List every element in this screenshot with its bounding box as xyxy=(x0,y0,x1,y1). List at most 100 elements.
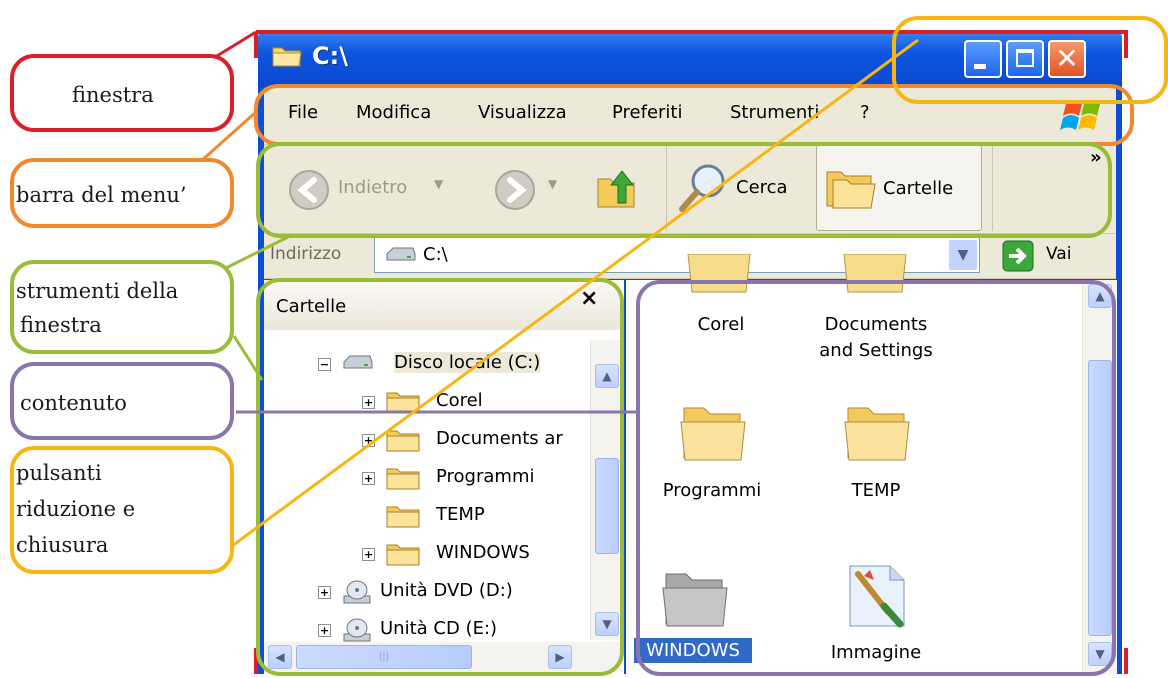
up-folder-button[interactable] xyxy=(594,165,640,211)
folder-icon xyxy=(386,506,420,528)
menu-modifica[interactable]: Modifica xyxy=(356,102,431,123)
scroll-up-icon[interactable]: ▲ xyxy=(1088,284,1112,308)
address-value: C:\ xyxy=(423,244,448,265)
forward-dropdown-icon[interactable]: ▼ xyxy=(548,177,557,191)
scroll-thumb[interactable]: ||| xyxy=(296,645,472,669)
folders-pane-close-icon[interactable]: × xyxy=(580,286,598,311)
back-button[interactable]: Indietro ▼ xyxy=(278,161,458,217)
callout-pulsanti: pulsanti riduzione e chiusura xyxy=(10,446,234,574)
content-item-temp[interactable]: TEMP xyxy=(816,400,936,510)
content-item-corel[interactable]: Corel xyxy=(656,254,786,360)
toolbar-more-icon[interactable]: » xyxy=(1090,147,1102,168)
window-title: C:\ xyxy=(312,42,348,70)
content-pane: Corel Documents and Settings Programmi T… xyxy=(626,254,1117,674)
menu-bar: File Modifica Visualizza Preferiti Strum… xyxy=(264,88,1116,145)
folder-icon xyxy=(386,544,420,566)
content-item-programmi[interactable]: Programmi xyxy=(642,400,782,510)
address-dropdown-icon[interactable]: ▼ xyxy=(949,240,977,270)
expand-icon[interactable]: + xyxy=(362,472,375,485)
tree-item-documents[interactable]: + Documents ar xyxy=(362,424,592,456)
tree-label: Documents ar xyxy=(436,428,563,449)
folder-icon xyxy=(680,407,746,461)
tree-item-corel[interactable]: + Corel xyxy=(362,386,592,418)
callout-label: finestra xyxy=(20,313,102,337)
callout-label: barra del menu’ xyxy=(16,183,187,207)
collapse-icon[interactable]: − xyxy=(318,358,331,371)
callout-contenuto: contenuto xyxy=(10,362,234,440)
expand-icon[interactable]: + xyxy=(318,624,331,637)
content-item-immagine[interactable]: Immagine xyxy=(816,562,936,672)
callout-label: strumenti della xyxy=(16,279,179,303)
back-dropdown-icon[interactable]: ▼ xyxy=(434,177,443,191)
menu-help[interactable]: ? xyxy=(860,102,870,123)
close-button[interactable]: ✕ xyxy=(1048,40,1086,78)
content-item-label-line2: and Settings xyxy=(819,340,933,361)
back-label: Indietro xyxy=(338,177,408,198)
optical-drive-icon xyxy=(343,618,371,642)
forward-arrow-icon xyxy=(495,170,535,210)
callout-label: finestra xyxy=(72,83,154,107)
go-button[interactable]: Vai xyxy=(1002,238,1092,274)
close-icon: ✕ xyxy=(1055,42,1079,75)
menu-visualizza[interactable]: Visualizza xyxy=(478,102,567,123)
scroll-thumb[interactable] xyxy=(1088,360,1112,636)
tree-label: Programmi xyxy=(436,466,535,487)
folders-label: Cartelle xyxy=(883,178,954,199)
go-arrow-icon xyxy=(1002,240,1034,272)
folder-icon xyxy=(386,392,420,414)
folder-icon xyxy=(687,254,751,293)
content-item-documents[interactable]: Documents and Settings xyxy=(806,254,946,380)
tree-label: Corel xyxy=(436,390,483,411)
toolbar: Indietro ▼ ▼ Cerca Cartelle » xyxy=(264,145,1116,234)
expand-icon[interactable]: + xyxy=(362,548,375,561)
content-item-label: TEMP xyxy=(851,480,901,501)
title-bar[interactable]: C:\ ✕ xyxy=(258,30,1122,88)
folder-tree: − Disco locale (C:) + Corel + Documents … xyxy=(264,340,594,674)
search-label: Cerca xyxy=(736,177,788,198)
tree-label: Unità CD (E:) xyxy=(380,618,498,639)
scroll-thumb[interactable] xyxy=(595,458,619,554)
tree-item-disco-locale[interactable]: − Disco locale (C:) xyxy=(318,348,588,380)
expand-icon[interactable]: + xyxy=(318,586,331,599)
tree-item-temp[interactable]: TEMP xyxy=(362,500,592,532)
tree-label: TEMP xyxy=(436,504,485,525)
callout-barra-menu: barra del menu’ xyxy=(10,158,234,228)
scroll-up-icon[interactable]: ▲ xyxy=(595,364,619,388)
folders-pane-title: Cartelle xyxy=(276,296,347,317)
folders-button[interactable]: Cartelle xyxy=(816,145,982,231)
expand-icon[interactable]: + xyxy=(362,434,375,447)
minimize-button[interactable] xyxy=(964,40,1002,78)
scroll-down-icon[interactable]: ▼ xyxy=(1088,642,1112,666)
tree-item-programmi[interactable]: + Programmi xyxy=(362,462,592,494)
folder-icon xyxy=(386,468,420,490)
tree-item-windows[interactable]: + WINDOWS xyxy=(362,538,592,570)
drive-icon xyxy=(386,247,416,261)
callout-label: chiusura xyxy=(16,533,109,557)
search-button[interactable]: Cerca xyxy=(676,157,806,219)
tree-label: Disco locale (C:) xyxy=(394,352,541,373)
scroll-right-icon[interactable]: ▶ xyxy=(548,645,572,669)
callout-label: riduzione e xyxy=(16,497,136,521)
expand-icon[interactable]: + xyxy=(362,396,375,409)
search-icon xyxy=(679,164,725,212)
folders-horizontal-scrollbar[interactable]: ◀ ||| ▶ xyxy=(264,642,622,672)
menu-strumenti[interactable]: Strumenti xyxy=(730,102,819,123)
scroll-left-icon[interactable]: ◀ xyxy=(268,645,292,669)
menu-preferiti[interactable]: Preferiti xyxy=(612,102,683,123)
drive-icon xyxy=(343,355,373,369)
callout-label: contenuto xyxy=(20,391,127,415)
folder-icon xyxy=(843,254,907,293)
content-item-windows[interactable]: WINDOWS xyxy=(634,566,762,670)
scroll-down-icon[interactable]: ▼ xyxy=(595,612,619,636)
folders-pane-header: Cartelle × xyxy=(264,280,624,330)
maximize-button[interactable] xyxy=(1006,40,1044,78)
content-item-label: Immagine xyxy=(830,642,922,663)
menu-file[interactable]: File xyxy=(288,102,318,123)
tree-item-dvd[interactable]: + Unità DVD (D:) xyxy=(318,576,588,608)
content-vertical-scrollbar[interactable]: ▲ ▼ xyxy=(1082,280,1117,674)
folders-icon xyxy=(826,171,876,209)
forward-button[interactable]: ▼ xyxy=(484,161,574,217)
optical-drive-icon xyxy=(343,580,371,604)
windows-logo-icon xyxy=(1060,101,1100,130)
folders-vertical-scrollbar[interactable]: ▲ ▼ xyxy=(590,340,623,640)
